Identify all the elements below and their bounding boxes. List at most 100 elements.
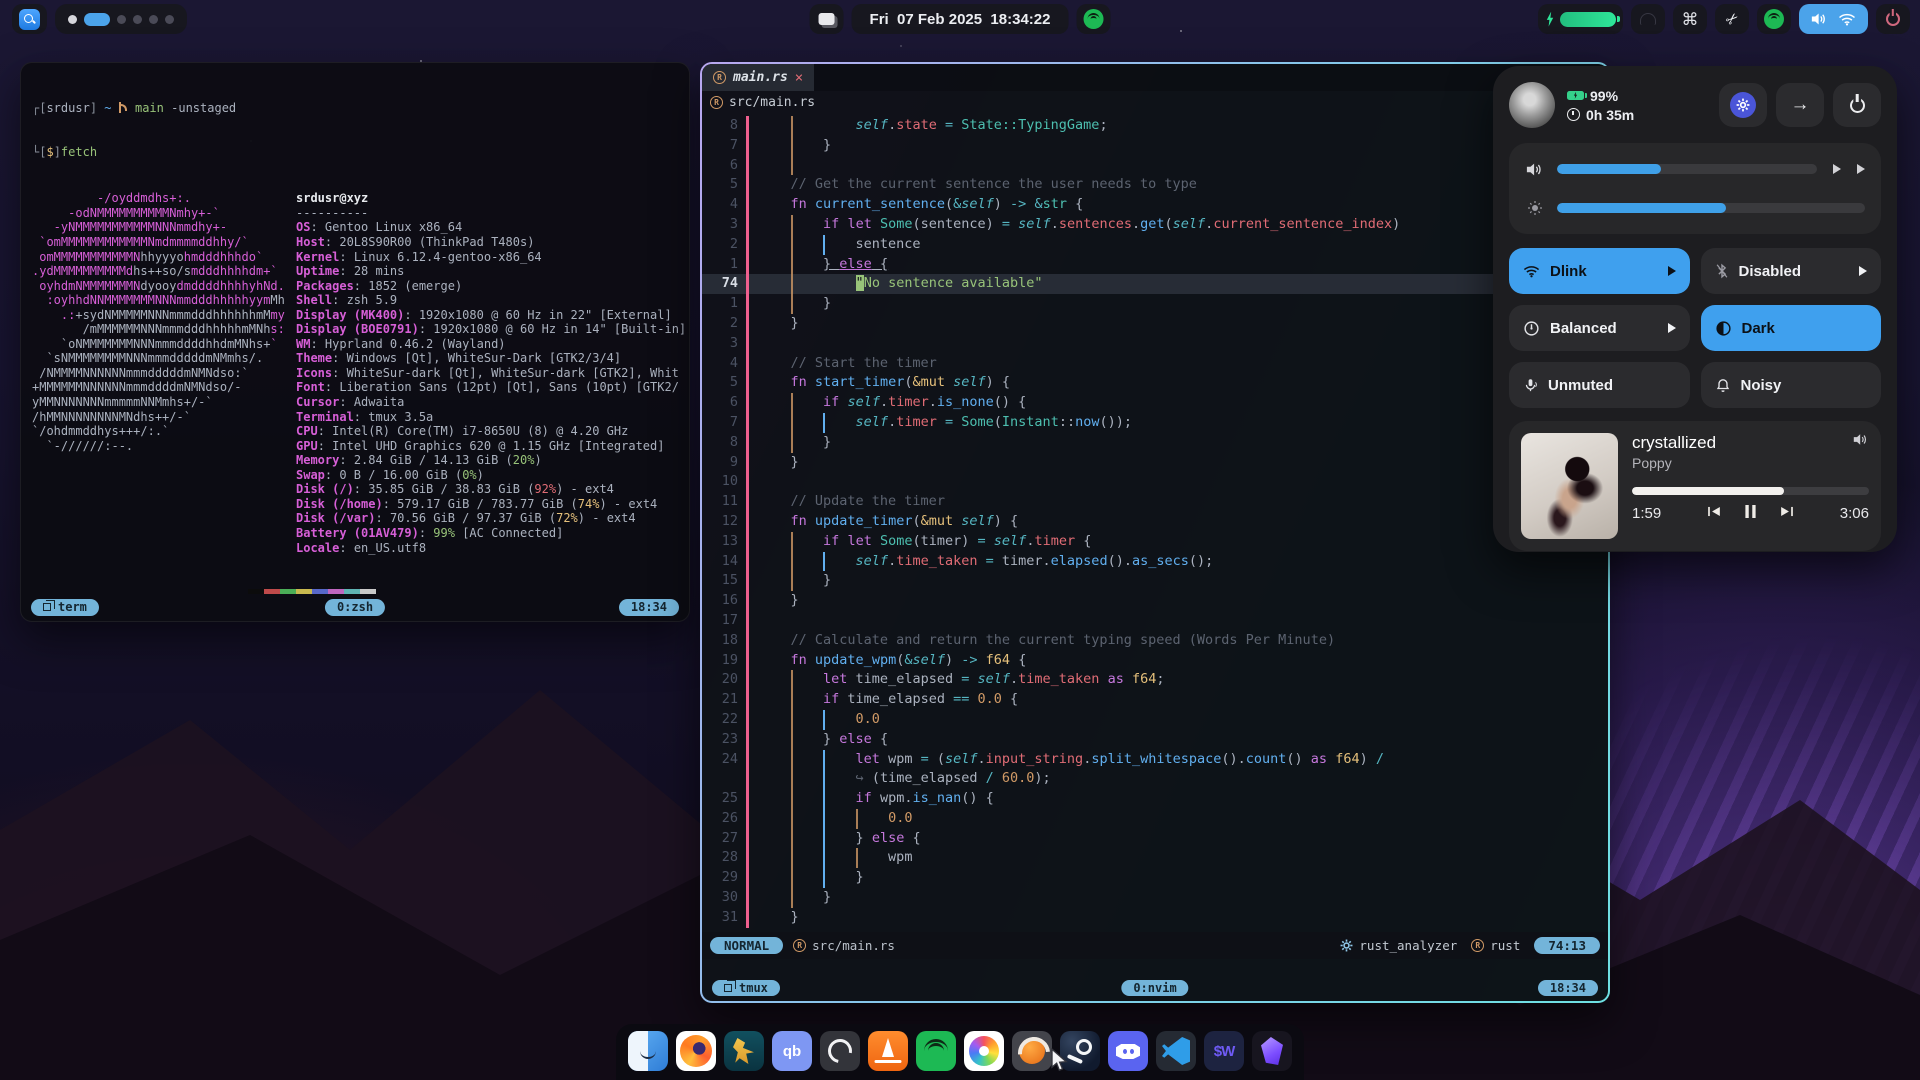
stoat-icon[interactable] bbox=[1012, 1031, 1052, 1071]
media-tray-button[interactable] bbox=[1757, 4, 1791, 34]
code-line: 12 fn update_timer(&mut self) { bbox=[702, 512, 1608, 532]
total-time: 3:06 bbox=[1840, 505, 1869, 522]
tmux-window-pill[interactable]: 0:nvim bbox=[1121, 980, 1188, 996]
volume-slider[interactable] bbox=[1557, 164, 1817, 174]
qbittorrent-icon[interactable]: qb bbox=[772, 1031, 812, 1071]
photos-icon[interactable] bbox=[964, 1031, 1004, 1071]
fetch-info-line: Disk (/): 35.85 GiB / 38.83 GiB (92%) - … bbox=[296, 482, 686, 497]
gear-icon bbox=[1730, 92, 1756, 118]
lock-session-button[interactable]: → bbox=[1776, 83, 1824, 127]
power-icon bbox=[1886, 12, 1900, 26]
top-bar: Fri 07 Feb 2025 18:34:22 ⌘ ✂ bbox=[0, 0, 1920, 38]
dollar-w-icon[interactable]: $W bbox=[1204, 1031, 1244, 1071]
workspace-dot[interactable] bbox=[149, 15, 158, 24]
spotify-tray-button[interactable] bbox=[1076, 4, 1110, 34]
toggle-microphone[interactable]: Unmuted bbox=[1509, 362, 1690, 408]
line-number: 4 bbox=[702, 195, 746, 215]
next-button[interactable] bbox=[1779, 505, 1795, 522]
code-line: 1 } else { bbox=[702, 255, 1608, 275]
code-line: 15 } bbox=[702, 571, 1608, 591]
fetch-art-line: `sNMMMMMMMMNNNmmmdddddmNMmhs/. bbox=[32, 351, 296, 366]
power-button[interactable] bbox=[1876, 4, 1910, 34]
lutris-icon[interactable] bbox=[724, 1031, 764, 1071]
toggle-bluetooth[interactable]: Disabled bbox=[1701, 248, 1882, 294]
mouse-cursor bbox=[1050, 1048, 1069, 1072]
line-number: 8 bbox=[702, 433, 746, 453]
line-number: 6 bbox=[702, 393, 746, 413]
fetch-info-line: Host: 20L8S90R00 (ThinkPad T480s) bbox=[296, 235, 686, 250]
code-line: 5 fn start_timer(&mut self) { bbox=[702, 373, 1608, 393]
files-icon[interactable] bbox=[628, 1031, 668, 1071]
winbar-path: src/main.rs bbox=[729, 95, 815, 110]
search-button[interactable] bbox=[12, 4, 47, 34]
workspace-dot[interactable] bbox=[133, 15, 142, 24]
chevron-right-icon[interactable] bbox=[1833, 164, 1841, 174]
obs-icon[interactable] bbox=[820, 1031, 860, 1071]
terminal-window[interactable]: ┌[srdusr] ~ main -unstaged └[$]fetch -/o… bbox=[20, 62, 690, 622]
workspace-active-indicator[interactable] bbox=[84, 13, 110, 26]
fetch-art-line: :oyhhdNNMMMMMMMNNNmmdddhhhhhyymMh bbox=[32, 293, 296, 308]
toggle-power-profile[interactable]: Balanced bbox=[1509, 305, 1690, 351]
code-line: 8 self.state = State::TypingGame; bbox=[702, 116, 1608, 136]
line-number: 19 bbox=[702, 651, 746, 671]
discord-icon[interactable] bbox=[1108, 1031, 1148, 1071]
line-number: 25 bbox=[702, 789, 746, 809]
toggle-dark-mode[interactable]: Dark bbox=[1701, 305, 1882, 351]
line-number: 27 bbox=[702, 829, 746, 849]
fetch-info-line: Font: Liberation Sans (12pt) [Qt], Sans … bbox=[296, 380, 686, 395]
fetch-art-line: +MMMMMMNNNNNNmmmddddmNMNdso/- bbox=[32, 380, 296, 395]
vlc-icon[interactable] bbox=[868, 1031, 908, 1071]
notifications-button[interactable] bbox=[810, 4, 844, 34]
datetime-widget[interactable]: Fri 07 Feb 2025 18:34:22 bbox=[852, 4, 1069, 34]
fetch-art-line: omMMMMMMMMMMMNhhyyyohmdddhhhdo` bbox=[32, 250, 296, 265]
uptime-status: 0h 35m bbox=[1567, 107, 1634, 123]
keybinds-button[interactable]: ⌘ bbox=[1673, 4, 1707, 34]
media-player-card: crystallized Poppy 1:59 3:06 bbox=[1509, 421, 1881, 551]
code-line: 17 bbox=[702, 611, 1608, 631]
previous-button[interactable] bbox=[1706, 505, 1722, 522]
workspace-dot-occupied[interactable] bbox=[68, 15, 77, 24]
code-editor[interactable]: 8 self.state = State::TypingGame;7 }6 5 … bbox=[702, 114, 1608, 932]
code-line: 22 0.0 bbox=[702, 710, 1608, 730]
line-number: 9 bbox=[702, 453, 746, 473]
chevron-right-icon[interactable] bbox=[1857, 164, 1865, 174]
battery-widget[interactable] bbox=[1538, 4, 1623, 34]
wifi-icon bbox=[1523, 264, 1540, 278]
speedometer-icon bbox=[1523, 320, 1540, 337]
workspace-dot[interactable] bbox=[117, 15, 126, 24]
brightness-slider[interactable] bbox=[1557, 203, 1865, 213]
firefox-icon[interactable] bbox=[676, 1031, 716, 1071]
fetch-info-line: Packages: 1852 (emerge) bbox=[296, 279, 686, 294]
avatar[interactable] bbox=[1509, 82, 1555, 128]
tmux-window-pill[interactable]: 0:zsh bbox=[325, 599, 385, 616]
album-art[interactable] bbox=[1521, 433, 1618, 539]
obsidian-icon[interactable] bbox=[1252, 1031, 1292, 1071]
player-volume-icon[interactable] bbox=[1853, 433, 1869, 446]
fetch-info-line: CPU: Intel(R) Core(TM) i7-8650U (8) @ 4.… bbox=[296, 424, 686, 439]
screenshot-button[interactable]: ✂ bbox=[1715, 4, 1749, 34]
connectivity-pill[interactable] bbox=[1799, 4, 1868, 34]
line-number: 74 bbox=[702, 274, 746, 294]
power-menu-button[interactable] bbox=[1833, 83, 1881, 127]
code-line: 21 if time_elapsed == 0.0 { bbox=[702, 690, 1608, 710]
buffer-tab-label: main.rs bbox=[733, 70, 788, 85]
line-number: 8 bbox=[702, 116, 746, 136]
close-icon[interactable]: × bbox=[795, 70, 803, 86]
seek-bar[interactable] bbox=[1632, 487, 1869, 495]
editor-window[interactable]: main.rs × src/main.rs 8 self.state = Sta… bbox=[700, 62, 1610, 1003]
workspace-dot[interactable] bbox=[165, 15, 174, 24]
settings-button[interactable] bbox=[1719, 83, 1767, 127]
code-line: 1 } bbox=[702, 294, 1608, 314]
line-number: 1 bbox=[702, 255, 746, 275]
tmux-clock-pill: 18:34 bbox=[619, 599, 679, 616]
toggle-wifi[interactable]: Dlink bbox=[1509, 248, 1690, 294]
spotify-icon[interactable] bbox=[916, 1031, 956, 1071]
tmux-clock-pill: 18:34 bbox=[1538, 980, 1598, 996]
pause-button[interactable] bbox=[1744, 504, 1757, 523]
code-line: 4 fn current_sentence(&self) -> &str { bbox=[702, 195, 1608, 215]
toggle-notifications[interactable]: Noisy bbox=[1701, 362, 1882, 408]
buffer-tab[interactable]: main.rs × bbox=[702, 64, 814, 91]
workspace-switcher[interactable] bbox=[55, 4, 187, 34]
vscode-icon[interactable] bbox=[1156, 1031, 1196, 1071]
backlight-button[interactable] bbox=[1631, 4, 1665, 34]
